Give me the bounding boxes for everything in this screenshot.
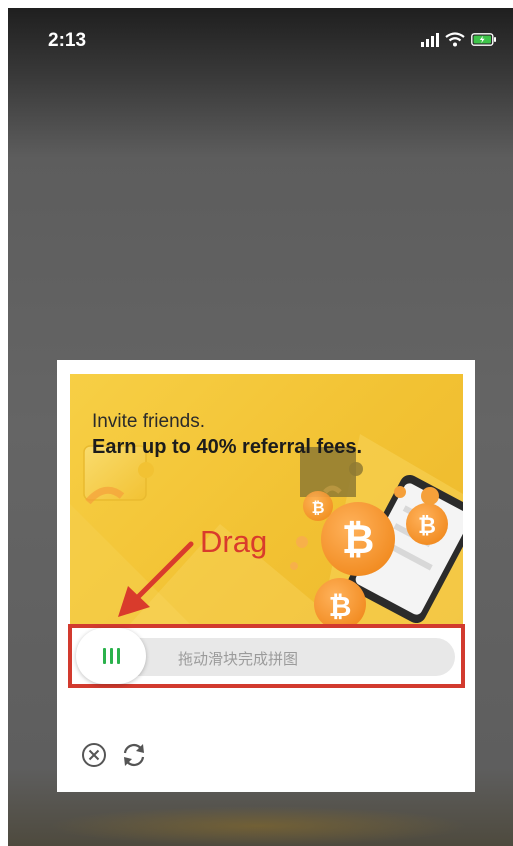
banner-referral-text: Earn up to 40% referral fees. (92, 436, 363, 458)
captcha-footer (81, 740, 149, 775)
svg-text:₿: ₿ (311, 498, 324, 517)
captcha-dialog: ₿ ₿ ₿ ₿ Invite friends. Earn up to 40% r… (57, 360, 475, 792)
svg-text:₿: ₿ (418, 514, 436, 539)
drag-annotation-label: Drag (200, 524, 268, 559)
bitcoin-coin-right: ₿ (406, 503, 448, 545)
puzzle-image: ₿ ₿ ₿ ₿ Invite friends. Earn up to 40% r… (70, 374, 463, 624)
status-icons (421, 32, 497, 47)
close-icon[interactable] (81, 742, 107, 773)
grip-line-1 (102, 648, 106, 664)
grip-line-3 (116, 648, 120, 664)
bitcoin-coin-large: ₿ (321, 502, 395, 576)
svg-text:₿: ₿ (329, 590, 352, 623)
wifi-icon (445, 32, 465, 47)
status-bar: 2:13 (8, 8, 513, 68)
phone-screen: 2:13 ₿ ₿ ₿ ₿ Invite friends. Earn up to … (8, 8, 513, 846)
refresh-icon[interactable] (119, 740, 149, 775)
slider-handle[interactable] (76, 628, 146, 684)
banner-invite-text: Invite friends. (92, 411, 205, 432)
signal-icon (421, 32, 439, 47)
grip-line-2 (109, 648, 113, 664)
battery-icon (471, 33, 497, 46)
background-glow (48, 806, 468, 846)
status-time: 2:13 (48, 30, 87, 51)
svg-text:₿: ₿ (342, 517, 375, 563)
bitcoin-coin-small: ₿ (303, 491, 333, 521)
slider-highlight-box: 拖动滑块完成拼图 (68, 624, 465, 688)
slider-hint-text: 拖动滑块完成拼图 (178, 650, 299, 668)
